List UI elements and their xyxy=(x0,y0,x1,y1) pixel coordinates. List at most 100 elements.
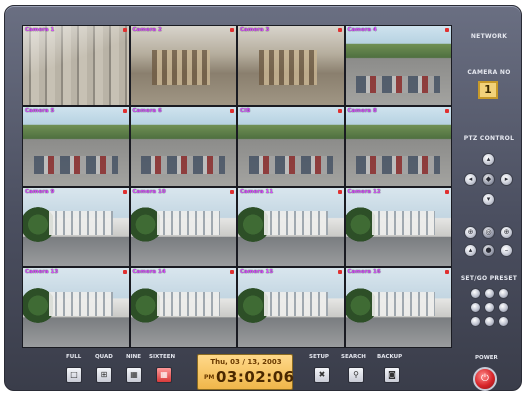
camera-tile[interactable]: Camera 10 xyxy=(130,187,236,267)
camera-number-display[interactable]: 1 xyxy=(478,81,498,99)
iris-close-button[interactable]: – xyxy=(500,244,513,257)
iris-button[interactable]: ● xyxy=(482,244,495,257)
camera-label: Camera 13 xyxy=(25,269,59,276)
camera-label: Camera 5 xyxy=(25,107,55,114)
camera-label: Camera 1 xyxy=(25,27,55,33)
preset-button[interactable] xyxy=(498,302,509,313)
preset-button[interactable] xyxy=(484,316,495,327)
camera-label: CIB xyxy=(240,107,251,114)
quad-view-button[interactable]: ⊞ xyxy=(96,367,112,383)
full-label: FULL xyxy=(66,354,82,360)
full-view-button[interactable]: □ xyxy=(66,367,82,383)
setup-icon: ✖ xyxy=(318,370,326,379)
camera-tile[interactable]: Camera 4 xyxy=(345,26,451,105)
zoom-out-button[interactable]: ⊕ xyxy=(500,226,513,239)
preset-button[interactable] xyxy=(470,288,481,299)
camera-grid: Camera 1 Camera 2 Camera 3 Camera 4 Came… xyxy=(22,25,452,348)
preset-button[interactable] xyxy=(498,316,509,327)
sixteen-view-icon: ▦ xyxy=(160,370,168,379)
camera-tile[interactable]: Camera 13 xyxy=(23,268,129,347)
backup-button[interactable]: ◙ xyxy=(384,367,400,383)
camera-label: Camera 3 xyxy=(240,27,270,33)
zoom-in-button[interactable]: ⊕ xyxy=(464,226,477,239)
camera-tile[interactable]: Camera 1 xyxy=(23,26,129,105)
ptz-left-button[interactable]: ◂ xyxy=(464,173,477,186)
record-indicator-icon xyxy=(122,270,127,275)
backup-label: BACKUP xyxy=(377,354,403,360)
preset-button[interactable] xyxy=(484,288,495,299)
camera-label: Camera 2 xyxy=(132,27,162,33)
camera-tile[interactable]: Camera 6 xyxy=(130,106,236,186)
record-indicator-icon xyxy=(445,28,449,32)
nine-view-button[interactable]: ▦ xyxy=(126,367,142,383)
camera-tile[interactable]: Camera 2 xyxy=(130,26,236,105)
bottom-bar: FULL QUAD NINE SIXTEEN □ ⊞ ▦ ▦ Thu, 03 /… xyxy=(22,352,522,392)
preset-button[interactable] xyxy=(470,302,481,313)
record-indicator-icon xyxy=(445,189,449,194)
nine-view-icon: ▦ xyxy=(130,370,138,379)
camera-tile[interactable]: Camera 8 xyxy=(345,106,451,186)
camera-label: Camera 11 xyxy=(240,188,274,195)
record-indicator-icon xyxy=(230,108,234,113)
camera-label: Camera 14 xyxy=(132,269,166,276)
power-button[interactable]: ⏻ xyxy=(473,367,497,391)
camera-tile[interactable]: CIB xyxy=(238,106,344,186)
iris-open-button[interactable]: ▴ xyxy=(464,244,477,257)
camera-no-label: CAMERA NO xyxy=(467,69,511,76)
camera-label: Camera 12 xyxy=(347,188,381,195)
record-indicator-icon xyxy=(230,189,234,194)
focus-button[interactable]: ◎ xyxy=(482,226,495,239)
search-label: SEARCH xyxy=(341,354,366,360)
camera-label: Camera 9 xyxy=(25,188,55,195)
camera-tile[interactable]: Camera 16 xyxy=(345,268,451,347)
record-indicator-icon xyxy=(337,270,342,275)
record-indicator-icon xyxy=(337,28,342,32)
quad-label: QUAD xyxy=(95,354,113,360)
camera-tile[interactable]: Camera 15 xyxy=(238,268,344,347)
network-label: NETWORK xyxy=(470,33,508,40)
camera-tile[interactable]: Camera 5 xyxy=(23,106,129,186)
preset-button[interactable] xyxy=(498,288,509,299)
preset-label: SET/GO PRESET xyxy=(460,275,518,282)
power-icon: ⏻ xyxy=(481,373,489,384)
control-panel: NETWORK CAMERA NO 1 PTZ CONTROL ▴ ◂ ◆ ▸ … xyxy=(456,25,522,327)
camera-tile[interactable]: Camera 3 xyxy=(238,26,344,105)
camera-tile[interactable]: Camera 14 xyxy=(130,268,236,347)
sixteen-view-button[interactable]: ▦ xyxy=(156,367,172,383)
camera-tile[interactable]: Camera 9 xyxy=(23,187,129,267)
ptz-down-button[interactable]: ▾ xyxy=(482,193,495,206)
record-indicator-icon xyxy=(122,108,127,113)
ptz-up-button[interactable]: ▴ xyxy=(482,153,495,166)
dvr-window: Camera 1 Camera 2 Camera 3 Camera 4 Came… xyxy=(4,5,522,391)
record-indicator-icon xyxy=(230,270,234,275)
record-indicator-icon xyxy=(337,189,342,194)
camera-tile[interactable]: Camera 11 xyxy=(238,187,344,267)
preset-button[interactable] xyxy=(484,302,495,313)
search-button[interactable]: ⚲ xyxy=(348,367,364,383)
camera-tile[interactable]: Camera 12 xyxy=(345,187,451,267)
preset-button[interactable] xyxy=(470,316,481,327)
record-indicator-icon xyxy=(230,28,234,32)
setup-button[interactable]: ✖ xyxy=(314,367,330,383)
camera-label: Camera 15 xyxy=(240,269,274,276)
time-text: 03:02:06 xyxy=(216,368,295,386)
record-indicator-icon xyxy=(122,189,127,194)
am-pm-text: PM xyxy=(204,374,215,381)
setup-label: SETUP xyxy=(309,354,329,360)
camera-label: Camera 8 xyxy=(347,107,377,114)
ptz-center-button[interactable]: ◆ xyxy=(482,173,495,186)
record-indicator-icon xyxy=(337,108,342,113)
record-indicator-icon xyxy=(122,28,127,32)
full-view-icon: □ xyxy=(70,370,78,379)
camera-label: Camera 6 xyxy=(132,107,162,114)
power-label: POWER xyxy=(475,355,498,361)
sixteen-label: SIXTEEN xyxy=(149,354,176,360)
nine-label: NINE xyxy=(126,354,142,360)
record-indicator-icon xyxy=(445,270,449,275)
date-text: Thu, 03 / 13, 2003 xyxy=(210,358,282,366)
camera-label: Camera 16 xyxy=(347,269,381,276)
ptz-right-button[interactable]: ▸ xyxy=(500,173,513,186)
quad-view-icon: ⊞ xyxy=(100,370,108,379)
record-indicator-icon xyxy=(445,108,449,113)
camera-label: Camera 10 xyxy=(132,188,166,195)
